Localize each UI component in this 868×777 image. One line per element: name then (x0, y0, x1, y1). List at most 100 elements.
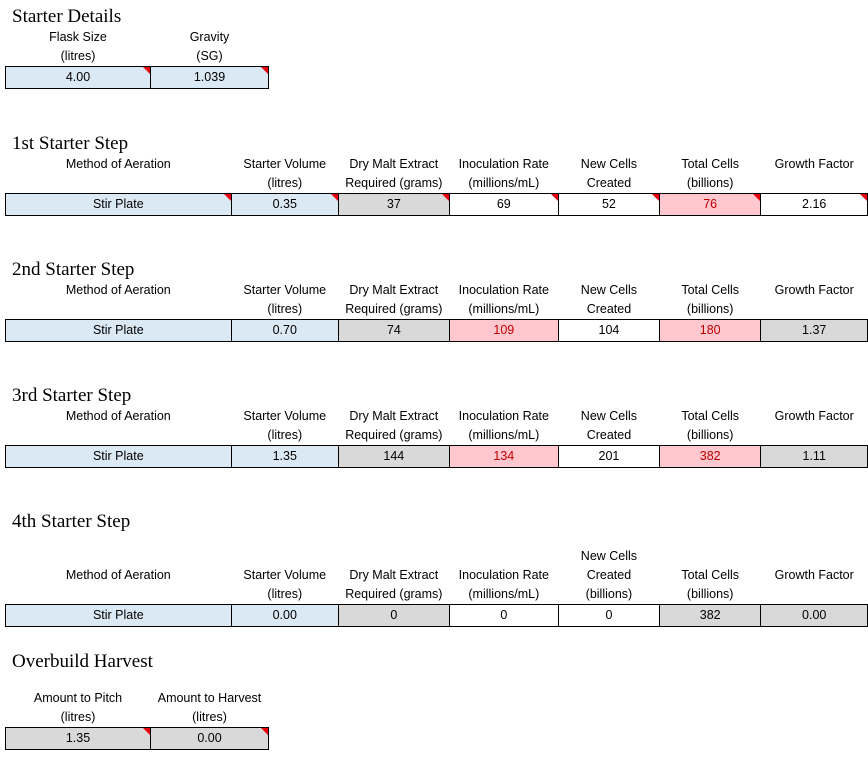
header-row-line2: (litres) Required (grams) (millions/mL) … (6, 426, 868, 446)
cell-dry-malt-extract: 0 (337, 604, 450, 627)
cell-value: 4.00 (65, 70, 91, 84)
cell-value: 0.00 (197, 731, 222, 745)
cell-gravity[interactable]: 1.039 (150, 66, 269, 89)
column-header-dry-malt-extract-units: Required (grams) (345, 428, 443, 442)
comment-marker-icon (753, 194, 761, 201)
cell-starter-volume[interactable]: 1.35 (230, 445, 339, 468)
column-header-flask-size: Flask Size (49, 30, 107, 44)
table-step-4: New Cells Method of Aeration Starter Vol… (5, 547, 868, 627)
column-header-growth-factor: Growth Factor (774, 409, 854, 423)
cell-method-of-aeration[interactable]: Stir Plate (5, 604, 232, 627)
column-header-dry-malt-extract: Dry Malt Extract (349, 157, 439, 171)
cell-value: Stir Plate (92, 197, 144, 211)
cell-value: 1.35 (272, 449, 297, 463)
table-row: 4.00 1.039 (5, 66, 269, 89)
header-row-line1: Method of Aeration Starter Volume Dry Ma… (6, 155, 868, 174)
cell-value: 109 (493, 323, 515, 337)
section-step-2: 2nd Starter Step Method of Aeration Star… (5, 259, 868, 342)
column-header-new-cells-units: Created (586, 302, 632, 316)
column-header-inoculation-rate: Inoculation Rate (458, 157, 549, 171)
column-header-inoculation-rate-units: (millions/mL) (468, 176, 540, 190)
cell-value: 0.00 (802, 608, 827, 622)
cell-value: 69 (496, 197, 511, 211)
table-row: 1.35 0.00 (5, 727, 269, 750)
section-title-step-3: 3rd Starter Step (12, 385, 132, 406)
column-header-dry-malt-extract-units: Required (grams) (345, 587, 443, 601)
cell-value: 1.11 (802, 449, 826, 463)
table-step-2: Method of Aeration Starter Volume Dry Ma… (5, 281, 868, 342)
column-header-method-of-aeration-units (6, 585, 232, 605)
comment-marker-icon (261, 67, 268, 74)
cell-growth-factor: 1.11 (760, 445, 868, 468)
cell-inoculation-rate: 134 (448, 445, 559, 468)
header-row-line2: (litres) Required (grams) (millions/mL) … (6, 585, 868, 605)
column-header-new-cells-created: Created (586, 568, 632, 582)
column-header-inoculation-rate-units: (millions/mL) (468, 587, 540, 601)
column-header-growth-factor-units (761, 174, 868, 194)
column-header-gravity: Gravity (189, 30, 230, 44)
section-title-overbuild-harvest: Overbuild Harvest (12, 651, 153, 672)
cell-growth-factor: 1.37 (760, 319, 868, 342)
column-header-inoculation-rate: Inoculation Rate (458, 409, 549, 423)
cell-value: 201 (598, 449, 620, 463)
table-overbuild-harvest: Amount to Pitch Amount to Harvest (litre… (5, 689, 269, 750)
column-header-method-of-aeration-top (6, 547, 232, 566)
section-step-3: 3rd Starter Step Method of Aeration Star… (5, 385, 868, 468)
cell-method-of-aeration[interactable]: Stir Plate (5, 445, 232, 468)
cell-starter-volume[interactable]: 0.00 (230, 604, 339, 627)
comment-marker-icon (330, 194, 338, 201)
header-row-line1: Method of Aeration Starter Volume Dry Ma… (6, 566, 868, 585)
cell-amount-to-pitch: 1.35 (5, 727, 151, 750)
section-starter-details: Starter Details Flask Size Gravity (litr… (5, 6, 269, 89)
cell-dry-malt-extract: 37 (337, 193, 450, 216)
cell-total-cells: 382 (658, 604, 762, 627)
cell-new-cells-created: 201 (557, 445, 660, 468)
table-row: Stir Plate 0.70 74 109 104 180 1.37 (5, 319, 868, 342)
comment-marker-icon (143, 67, 150, 74)
table-row: Stir Plate 1.35 144 134 201 382 1.11 (5, 445, 868, 468)
cell-growth-factor: 0.00 (760, 604, 868, 627)
spreadsheet-canvas: Starter Details Flask Size Gravity (litr… (0, 0, 868, 777)
cell-new-cells-created: 104 (557, 319, 660, 342)
section-title-step-4: 4th Starter Step (12, 511, 131, 532)
cell-value: 0 (500, 608, 508, 622)
table-starter-details: Flask Size Gravity (litres) (SG) 4.00 1.… (5, 28, 269, 89)
cell-value: 144 (383, 449, 405, 463)
comment-marker-icon (223, 194, 231, 201)
cell-value: 382 (699, 608, 721, 622)
column-header-dry-malt-extract-top (338, 547, 449, 566)
comment-marker-icon (261, 728, 268, 735)
cell-inoculation-rate: 0 (448, 604, 559, 627)
cell-starter-volume[interactable]: 0.35 (230, 193, 339, 216)
column-header-method-of-aeration: Method of Aeration (65, 409, 171, 423)
column-header-growth-factor: Growth Factor (774, 568, 854, 582)
cell-growth-factor: 2.16 (760, 193, 868, 216)
column-header-amount-to-pitch-units: (litres) (60, 710, 96, 724)
column-header-growth-factor: Growth Factor (774, 283, 854, 297)
cell-value: 1.37 (802, 323, 827, 337)
section-step-4: 4th Starter Step New Cells Method of Aer… (5, 511, 868, 627)
column-header-starter-volume: Starter Volume (243, 157, 327, 171)
column-header-growth-factor-units (761, 585, 868, 605)
cell-method-of-aeration[interactable]: Stir Plate (5, 193, 232, 216)
cell-value: 1.35 (65, 731, 91, 745)
column-header-amount-to-pitch: Amount to Pitch (33, 691, 123, 705)
header-row-line2: (litres) (SG) (6, 47, 269, 67)
header-row-line1: Method of Aeration Starter Volume Dry Ma… (6, 407, 868, 426)
cell-method-of-aeration[interactable]: Stir Plate (5, 319, 232, 342)
column-header-starter-volume: Starter Volume (243, 409, 327, 423)
cell-starter-volume[interactable]: 0.70 (230, 319, 339, 342)
cell-value: 134 (493, 449, 515, 463)
column-header-new-cells: New Cells (580, 409, 638, 423)
column-header-starter-volume-units: (litres) (267, 428, 303, 442)
cell-flask-size[interactable]: 4.00 (5, 66, 151, 89)
column-header-total-cells-units: (billions) (686, 428, 734, 442)
comment-marker-icon (143, 728, 150, 735)
cell-value: 0.00 (272, 608, 297, 622)
column-header-dry-malt-extract: Dry Malt Extract (349, 283, 439, 297)
column-header-method-of-aeration: Method of Aeration (65, 568, 171, 582)
column-header-new-cells-units: Created (586, 176, 632, 190)
column-header-starter-volume-units: (litres) (267, 587, 303, 601)
column-header-amount-to-harvest-units: (litres) (192, 710, 227, 724)
cell-value: Stir Plate (92, 449, 144, 463)
